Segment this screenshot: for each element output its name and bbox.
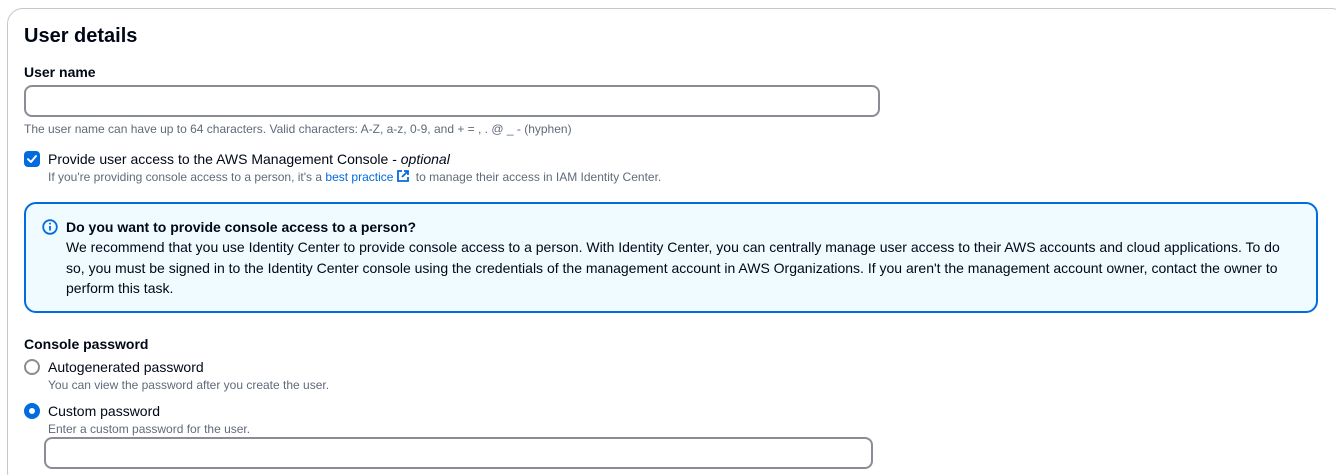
optional-tag: optional — [400, 151, 450, 167]
console-access-label-text: Provide user access to the AWS Managemen… — [48, 151, 401, 167]
info-icon — [42, 219, 58, 235]
user-name-label: User name — [24, 64, 96, 80]
console-access-description: If you're providing console access to a … — [48, 169, 661, 185]
section-title: User details — [24, 25, 138, 47]
description-prefix: If you're providing console access to a … — [48, 170, 326, 184]
custom-password-input[interactable] — [44, 437, 873, 469]
custom-password-radio[interactable] — [24, 403, 40, 419]
user-name-input[interactable] — [24, 85, 880, 117]
best-practice-link[interactable]: best practice — [325, 170, 412, 184]
best-practice-link-text: best practice — [325, 170, 394, 184]
console-access-checkbox[interactable] — [24, 151, 40, 167]
autogenerated-password-label[interactable]: Autogenerated password — [48, 358, 204, 376]
autogenerated-password-description: You can view the password after you crea… — [48, 378, 330, 392]
external-link-icon — [397, 170, 410, 182]
description-suffix: to manage their access in IAM Identity C… — [412, 170, 662, 184]
console-password-label: Console password — [24, 336, 149, 352]
custom-password-description: Enter a custom password for the user. — [48, 422, 251, 436]
user-name-hint: The user name can have up to 64 characte… — [24, 122, 572, 136]
info-alert-body: We recommend that you use Identity Cente… — [66, 239, 1280, 296]
custom-password-label[interactable]: Custom password — [48, 402, 160, 420]
console-access-label[interactable]: Provide user access to the AWS Managemen… — [48, 150, 450, 168]
checkmark-icon — [27, 155, 37, 163]
info-alert-title: Do you want to provide console access to… — [66, 219, 417, 235]
autogenerated-password-radio[interactable] — [24, 359, 40, 375]
